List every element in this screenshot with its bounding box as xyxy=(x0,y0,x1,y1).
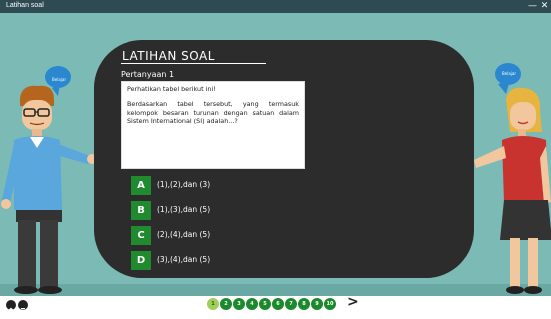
page-button-3[interactable]: 3 xyxy=(233,298,245,310)
menu-icon[interactable] xyxy=(18,300,28,313)
title-bar: Latihan soal — ✕ xyxy=(0,0,551,13)
question-number: Pertanyaan 1 xyxy=(121,70,175,79)
option-a-text: (1),(2),dan (3) xyxy=(157,180,211,189)
option-c-text: (2),(4),dan (5) xyxy=(157,230,211,239)
option-c-key[interactable]: C xyxy=(131,226,151,245)
page-button-2[interactable]: 2 xyxy=(220,298,232,310)
page-button-5[interactable]: 5 xyxy=(259,298,271,310)
page-button-1[interactable]: 1 xyxy=(207,298,219,310)
page-button-10[interactable]: 10 xyxy=(324,298,336,310)
option-d[interactable]: D (3),(4),dan (5) xyxy=(131,251,291,270)
option-a[interactable]: A (1),(2),dan (3) xyxy=(131,176,291,195)
option-d-key[interactable]: D xyxy=(131,251,151,270)
option-c[interactable]: C (2),(4),dan (5) xyxy=(131,226,291,245)
page-button-8[interactable]: 8 xyxy=(298,298,310,310)
page-title: LATIHAN SOAL xyxy=(122,49,215,63)
male-student-illustration xyxy=(1,66,97,294)
option-b[interactable]: B (1),(3),dan (5) xyxy=(131,201,291,220)
page-button-9[interactable]: 9 xyxy=(311,298,323,310)
option-d-text: (3),(4),dan (5) xyxy=(157,255,211,264)
option-b-text: (1),(3),dan (5) xyxy=(157,205,211,214)
window-title: Latihan soal xyxy=(6,2,44,9)
chevron-right-icon[interactable]: > xyxy=(347,294,359,310)
close-icon[interactable]: ✕ xyxy=(538,0,551,13)
page-button-6[interactable]: 6 xyxy=(272,298,284,310)
option-a-key[interactable]: A xyxy=(131,176,151,195)
female-student-illustration xyxy=(474,63,551,294)
question-text: Berdasarkan tabel tersebut, yang termasu… xyxy=(127,100,299,126)
question-box: Perhatikan tabel berikut ini! Berdasarka… xyxy=(121,81,305,169)
page-button-7[interactable]: 7 xyxy=(285,298,297,310)
right-speech-bubble: Belajar xyxy=(500,69,518,79)
page-button-4[interactable]: 4 xyxy=(246,298,258,310)
left-speech-bubble: Belajar xyxy=(50,75,68,85)
option-b-key[interactable]: B xyxy=(131,201,151,220)
title-divider xyxy=(121,63,266,64)
question-intro: Perhatikan tabel berikut ini! xyxy=(127,85,216,93)
home-icon[interactable] xyxy=(6,300,16,313)
